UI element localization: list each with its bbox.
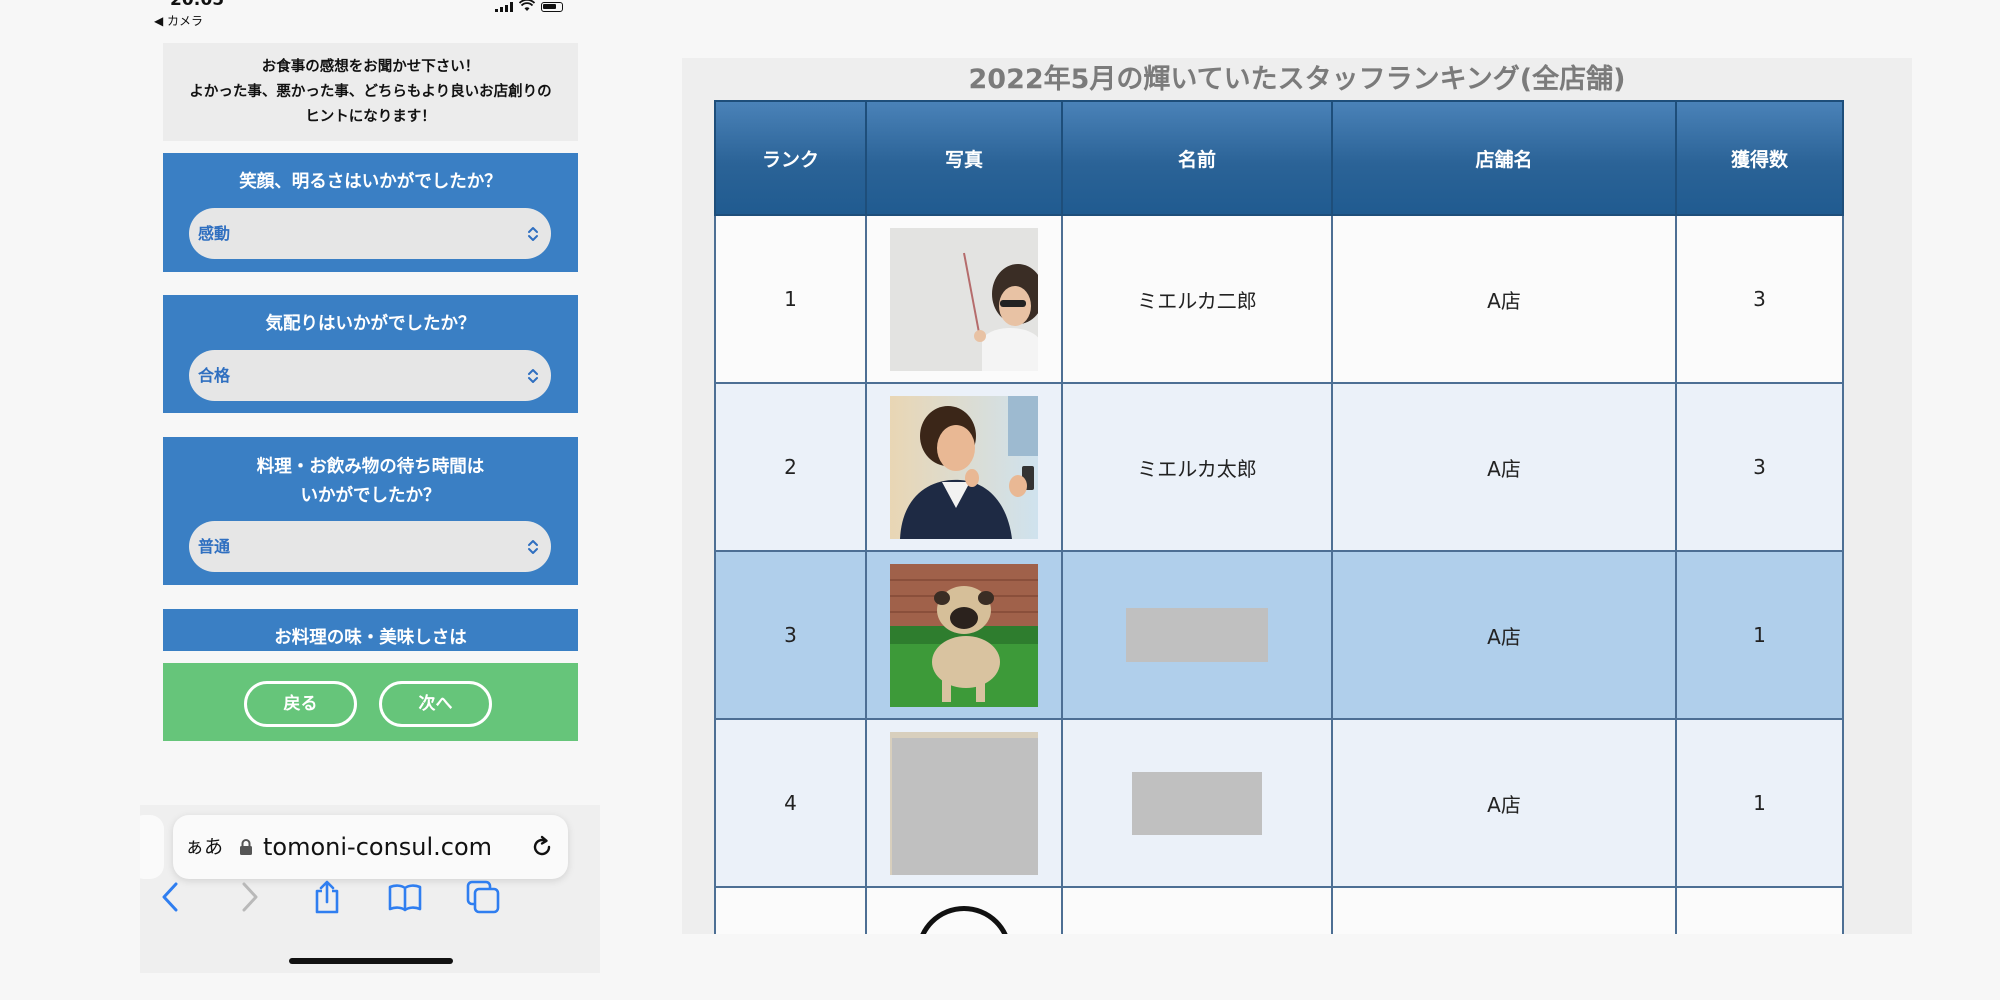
- chevron-up-down-icon: [528, 369, 538, 383]
- intro-line: ヒントになります！: [305, 109, 436, 125]
- question-title: 気配りはいかがでしたか？: [265, 314, 476, 334]
- count-cell: 1: [1675, 550, 1844, 720]
- rank-cell: 1: [714, 214, 867, 384]
- store-cell: A店: [1331, 718, 1677, 888]
- rank-cell: 4: [714, 718, 867, 888]
- question-title: 料理・お飲み物の待ち時間は: [256, 457, 485, 477]
- column-header-name: 名前: [1061, 100, 1333, 216]
- child-with-pointer-photo: [890, 227, 1038, 371]
- count-cell: 1: [1675, 718, 1844, 888]
- cellular-signal-icon: [495, 2, 513, 12]
- partial-circle-photo: [916, 906, 1012, 934]
- status-bar: 20:05 ◀ カメラ: [140, 0, 600, 30]
- question-card-wait-time: 料理・お飲み物の待ち時間は いかがでしたか？ 普通: [163, 437, 578, 585]
- rank-cell: 2: [714, 382, 867, 552]
- chevron-up-down-icon: [528, 540, 538, 554]
- select-value: 合格: [198, 366, 231, 385]
- survey-intro: お食事の感想をお聞かせ下さい！ よかった事、悪かった事、どちらもより良いお店創り…: [163, 43, 578, 141]
- url-text: tomoni-consul.com: [263, 833, 493, 861]
- table-row: 1 ミエルカ二郎 A店 3: [714, 214, 1844, 384]
- photo-cell: [865, 214, 1063, 384]
- wait-time-rating-select[interactable]: 普通: [189, 521, 551, 572]
- table-row: 4 A店 1: [714, 718, 1844, 888]
- intro-line: よかった事、悪かった事、どちらもより良いお店創りの: [189, 84, 552, 100]
- question-title: 笑顔、明るさはいかがでしたか？: [239, 172, 502, 192]
- previous-tab-stub[interactable]: [140, 815, 164, 879]
- name-cell: ミエルカ二郎: [1061, 214, 1333, 384]
- battery-icon: [541, 2, 563, 12]
- question-card-taste: お料理の味・美味しさは: [163, 609, 578, 651]
- survey-nav-bar: 戻る 次へ: [163, 663, 578, 741]
- ranking-title: 2022年5月の輝いていたスタッフランキング(全店舗): [968, 64, 1626, 95]
- name-cell: [1061, 718, 1333, 888]
- woman-with-phone-photo: [890, 395, 1038, 539]
- staff-ranking-panel: 2022年5月の輝いていたスタッフランキング(全店舗) ランク 写真 名前 店舗…: [682, 58, 1912, 934]
- address-bar[interactable]: ぁあ tomoni-consul.com: [173, 815, 568, 879]
- smile-rating-select[interactable]: 感動: [189, 208, 551, 259]
- count-cell: [1675, 886, 1844, 934]
- photo-redaction: [892, 737, 1038, 875]
- lock-icon: [240, 839, 252, 855]
- photo-cell: [865, 382, 1063, 552]
- name-cell: [1061, 550, 1333, 720]
- wifi-icon: [519, 0, 535, 11]
- tabs-icon[interactable]: [466, 880, 500, 914]
- select-value: 感動: [198, 224, 231, 243]
- next-button[interactable]: 次へ: [379, 681, 492, 727]
- column-header-count: 獲得数: [1675, 100, 1844, 216]
- store-cell: [1331, 886, 1677, 934]
- photo-cell: [865, 886, 1063, 934]
- question-card-smile: 笑顔、明るさはいかがでしたか？ 感動: [163, 153, 578, 272]
- table-row: 2 ミエルカ太郎 A店 3: [714, 382, 1844, 552]
- column-header-photo: 写真: [865, 100, 1063, 216]
- attentiveness-rating-select[interactable]: 合格: [189, 350, 551, 401]
- store-cell: A店: [1331, 382, 1677, 552]
- column-header-store: 店舗名: [1331, 100, 1677, 216]
- name-cell: ミエルカ太郎: [1061, 382, 1333, 552]
- reader-settings-button[interactable]: ぁあ: [185, 815, 223, 879]
- home-indicator: [289, 958, 453, 964]
- column-header-rank: ランク: [714, 100, 867, 216]
- chevron-up-down-icon: [528, 227, 538, 241]
- browser-forward-icon[interactable]: [232, 880, 266, 914]
- phone-screenshot: 20:05 ◀ カメラ お食事の感想をお聞かせ下さい！ よかった事、悪かった事、…: [140, 0, 600, 973]
- share-icon[interactable]: [310, 880, 344, 914]
- table-header-row: ランク 写真 名前 店舗名 獲得数: [714, 100, 1844, 216]
- bookmarks-icon[interactable]: [388, 880, 422, 914]
- redacted-name: [1132, 771, 1262, 835]
- reload-icon[interactable]: [530, 835, 554, 859]
- table-row: 3 A店 1: [714, 550, 1844, 720]
- count-cell: 3: [1675, 382, 1844, 552]
- rank-cell: 3: [714, 550, 867, 720]
- question-title: いかがでしたか？: [300, 486, 441, 506]
- browser-back-icon[interactable]: [154, 880, 188, 914]
- count-cell: 3: [1675, 214, 1844, 384]
- photo-cell: [865, 718, 1063, 888]
- redacted-photo: [890, 731, 1038, 875]
- back-button[interactable]: 戻る: [244, 681, 357, 727]
- pug-puppy-photo: [890, 563, 1038, 707]
- store-cell: A店: [1331, 214, 1677, 384]
- browser-bar: ぁあ tomoni-consul.com: [140, 805, 600, 973]
- status-icons: [495, 0, 563, 12]
- back-to-camera-link[interactable]: ◀ カメラ: [154, 12, 203, 29]
- question-card-attentiveness: 気配りはいかがでしたか？ 合格: [163, 295, 578, 413]
- name-cell: [1061, 886, 1333, 934]
- redacted-name: [1126, 608, 1268, 662]
- select-value: 普通: [198, 537, 231, 556]
- question-title: お料理の味・美味しさは: [274, 628, 467, 648]
- intro-line: お食事の感想をお聞かせ下さい！: [261, 59, 480, 75]
- status-time: 20:05: [170, 0, 225, 10]
- rank-cell: [714, 886, 867, 934]
- photo-cell: [865, 550, 1063, 720]
- ranking-table: ランク 写真 名前 店舗名 獲得数 1 ミエルカ二郎 A店 3 2 ミエルカ太郎…: [714, 100, 1844, 934]
- table-row: [714, 886, 1844, 934]
- store-cell: A店: [1331, 550, 1677, 720]
